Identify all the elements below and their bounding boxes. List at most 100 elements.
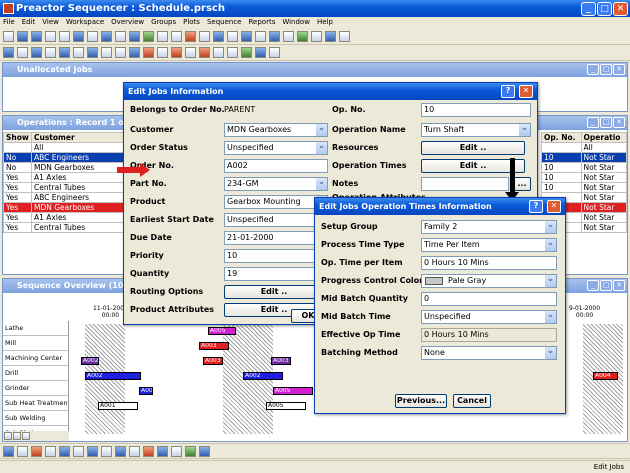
customer-select[interactable]: MDN Gearboxes [224,123,328,137]
order-no-field[interactable]: A002 [224,159,328,173]
menu-sequence[interactable]: Sequence [207,18,242,29]
gantt-bar[interactable]: A004 [593,372,618,380]
product-select[interactable]: Gearbox Mounting [224,195,328,209]
table-row[interactable]: Yes Central Tubes [3,222,125,233]
operation-name-select[interactable]: Turn Shaft [421,123,531,137]
mid-batch-time-select[interactable]: Unspecified [421,310,557,324]
forward-icon[interactable] [129,446,140,457]
mid-batch-quantity-field[interactable]: 0 [421,292,557,306]
customer-filter[interactable]: All [31,142,125,153]
rewind-icon[interactable] [101,446,112,457]
resource-drill[interactable]: Drill [3,366,68,381]
list-icon[interactable] [255,31,266,42]
table-row[interactable]: Yes A1 Axles [3,212,125,223]
process-time-type-select[interactable]: Time Per Item [421,238,557,252]
menu-file[interactable]: File [3,18,15,29]
minimize-icon[interactable]: _ [587,280,599,291]
gantt-bar[interactable]: A003 [203,357,223,365]
table-row[interactable]: Yes MDN Gearboxes [3,202,125,213]
open-icon[interactable] [17,31,28,42]
gantt-icon[interactable] [101,31,112,42]
menu-window[interactable]: Window [282,18,310,29]
gantt-bar[interactable]: A005 [266,402,306,410]
grid-icon[interactable] [227,31,238,42]
funnel-icon[interactable] [269,47,280,58]
gantt-bar[interactable]: A002 [85,372,141,380]
resource-lathe[interactable]: Lathe [3,321,68,336]
op-no-field[interactable]: 10 [421,103,531,117]
arrow-icon[interactable] [143,47,154,58]
quantity-field[interactable]: 19 [224,267,328,281]
routing-edit-button[interactable]: Edit .. [224,285,324,299]
order-status-select[interactable]: Unspecified [224,141,328,155]
notes-browse-button[interactable]: ... [513,177,531,191]
print-icon[interactable] [73,31,84,42]
layout-icon[interactable] [283,31,294,42]
window-icon[interactable] [241,31,252,42]
lock-icon[interactable] [199,31,210,42]
filter-icon[interactable] [157,31,168,42]
help-icon[interactable]: ? [529,200,543,213]
play-icon[interactable] [115,446,126,457]
resource-sub-welding[interactable]: Sub Welding [3,411,68,426]
move-icon[interactable] [115,47,126,58]
gantt-bar[interactable]: A001 [98,402,138,410]
calendar-icon[interactable] [311,31,322,42]
minimize-button[interactable]: _ [581,2,596,16]
sort-desc-icon[interactable] [157,446,168,457]
flag-icon[interactable] [31,446,42,457]
menu-edit[interactable]: Edit [22,18,36,29]
progress-color-select[interactable]: Pale Gray [421,274,557,288]
help-icon[interactable]: ? [501,85,515,98]
preview-icon[interactable] [87,31,98,42]
zoom-icon[interactable] [213,31,224,42]
priority-field[interactable]: 10 [224,249,328,263]
close-button[interactable]: ✕ [613,2,628,16]
minimize-icon[interactable]: _ [587,117,599,128]
part-no-select[interactable]: 234-GM [224,177,328,191]
bars-icon[interactable] [73,446,84,457]
table-row[interactable]: Yes A1 Axles [3,172,125,183]
setup-group-select[interactable]: Family 2 [421,220,557,234]
schedule-icon[interactable] [3,446,14,457]
stats-icon[interactable] [199,446,210,457]
table-row[interactable]: Yes Central Tubes [3,182,125,193]
previous-button[interactable]: Previous... [395,394,447,408]
find-icon[interactable] [45,47,56,58]
menu-help[interactable]: Help [317,18,333,29]
menu-plots[interactable]: Plots [183,18,200,29]
help-icon[interactable] [171,31,182,42]
op-time-per-item-field[interactable]: 0 Hours 10 Mins [421,256,557,270]
paste-icon[interactable] [31,47,42,58]
rows-icon[interactable] [101,47,112,58]
due-date-select[interactable]: 21-01-2000 [224,231,328,245]
settings-icon[interactable] [339,31,350,42]
save-icon[interactable] [31,31,42,42]
resource-mill[interactable]: Mill [3,336,68,351]
menu-groups[interactable]: Groups [151,18,176,29]
arrow-2-icon[interactable] [157,47,168,58]
gantt-bar[interactable]: A005 [273,387,313,395]
chart-icon[interactable] [269,31,280,42]
clock-icon[interactable] [185,446,196,457]
gantt-bar[interactable]: A003 [199,342,229,350]
operation-filter[interactable]: All [580,142,628,153]
sort-icon[interactable] [59,47,70,58]
gantt-bar[interactable]: A003 [271,357,291,365]
gantt-bar[interactable]: A004 [139,387,153,395]
arrow-3-icon[interactable] [171,47,182,58]
cancel-button[interactable]: Cancel [453,394,491,408]
table-row[interactable]: No ABC Engineers [3,152,125,163]
restore-icon[interactable]: □ [600,280,612,291]
balance-icon[interactable] [45,446,56,457]
table-row[interactable]: 10 Not Star [541,152,628,163]
table-row[interactable]: Yes ABC Engineers [3,192,125,203]
arrow-7-icon[interactable] [227,47,238,58]
redo-icon[interactable] [59,31,70,42]
sequence-icon[interactable] [241,47,252,58]
copy-icon[interactable] [17,47,28,58]
restore-icon[interactable]: □ [600,64,612,75]
columns-icon[interactable] [87,47,98,58]
gantt-bar[interactable]: A002 [81,357,99,365]
refresh-icon[interactable] [143,31,154,42]
